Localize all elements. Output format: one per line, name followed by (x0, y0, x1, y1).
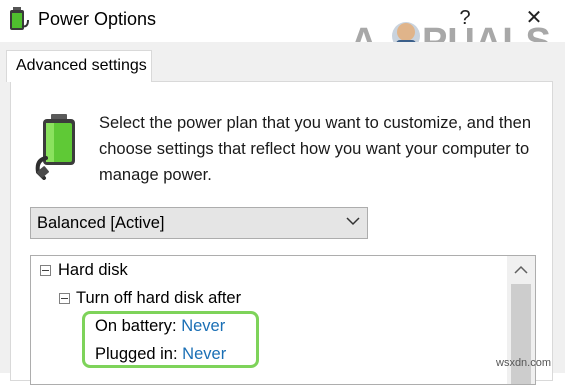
power-plan-dropdown[interactable]: Balanced [Active] (30, 207, 368, 239)
help-button[interactable]: ? (455, 6, 475, 30)
setting-label: On battery: (95, 317, 177, 335)
collapse-icon[interactable] (40, 265, 51, 276)
window-title: Power Options (38, 9, 157, 29)
source-watermark: wsxdn.com (496, 357, 552, 369)
collapse-icon[interactable] (59, 293, 70, 304)
scroll-thumb[interactable] (511, 284, 531, 384)
tree-item-hard-disk[interactable]: Hard disk (58, 261, 128, 280)
settings-tree[interactable]: Hard disk Turn off hard disk after On ba… (30, 255, 536, 385)
scroll-up-icon[interactable] (507, 256, 535, 284)
on-battery-value-link[interactable]: Never (181, 317, 225, 335)
title-bar: Power Options A PUALS ? ✕ (0, 0, 565, 60)
chevron-down-icon (346, 217, 360, 226)
setting-on-battery: On battery: Never (95, 317, 225, 336)
close-button[interactable]: ✕ (522, 6, 546, 30)
battery-plug-icon (35, 114, 75, 180)
setting-label: Plugged in: (95, 345, 178, 363)
power-options-icon (10, 7, 29, 30)
tab-advanced-settings[interactable]: Advanced settings (6, 50, 152, 82)
plugged-in-value-link[interactable]: Never (182, 345, 226, 363)
setting-plugged-in: Plugged in: Never (95, 345, 226, 364)
power-plan-selected: Balanced [Active] (37, 214, 165, 232)
plan-description: Select the power plan that you want to c… (99, 114, 532, 184)
tree-item-turn-off-hard-disk[interactable]: Turn off hard disk after (76, 289, 241, 308)
